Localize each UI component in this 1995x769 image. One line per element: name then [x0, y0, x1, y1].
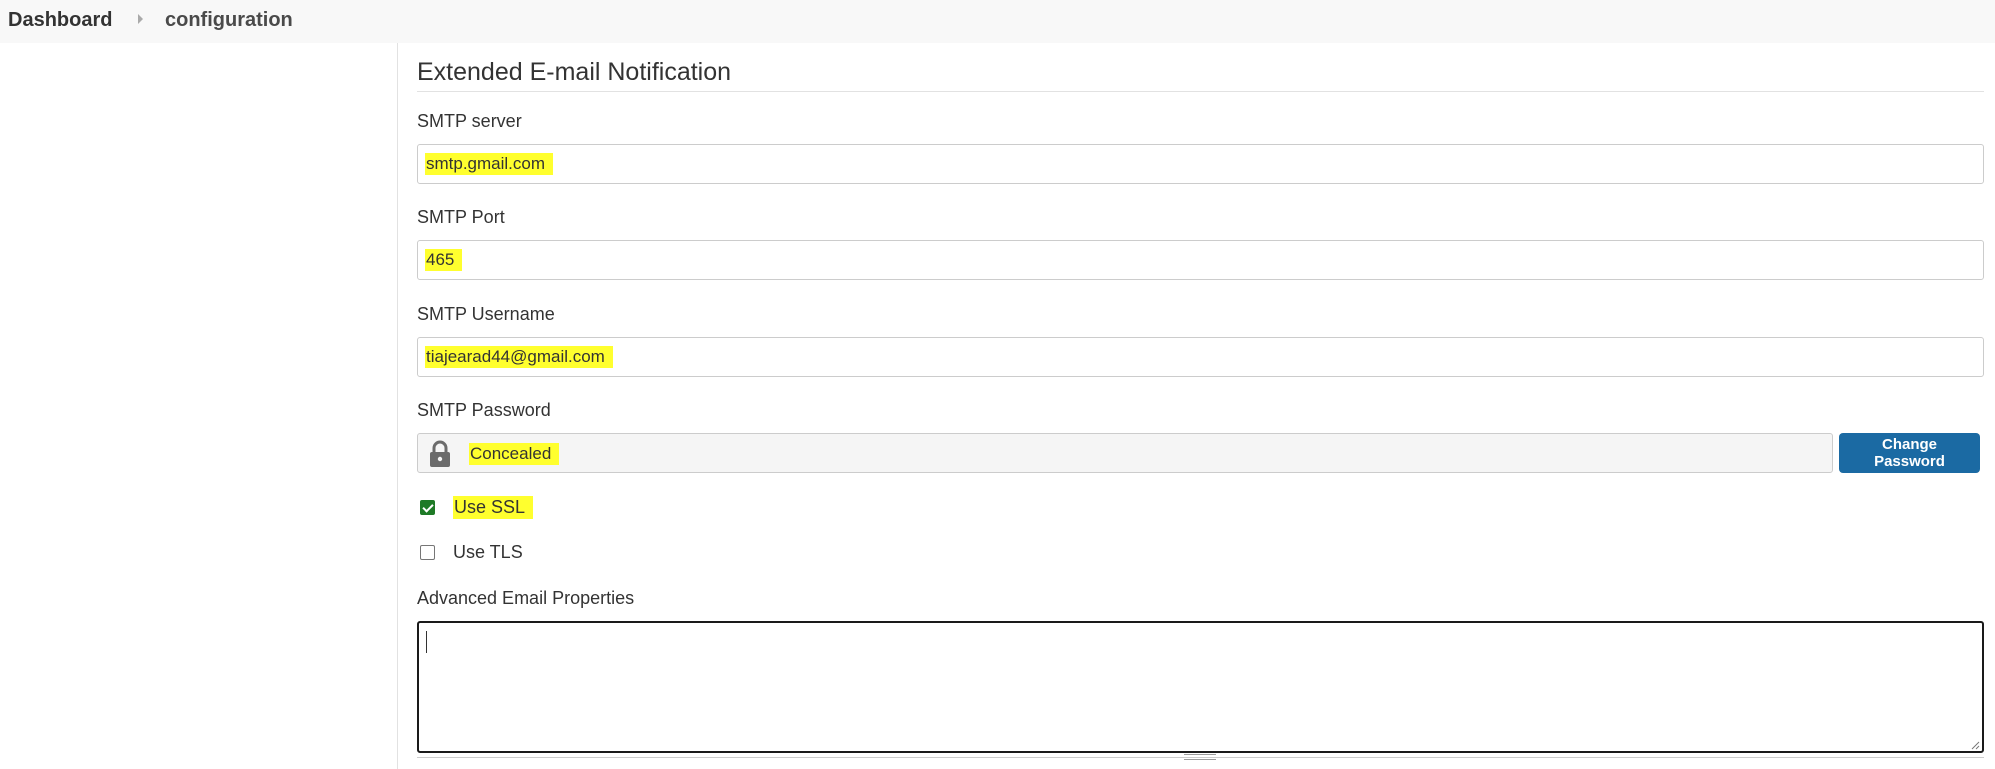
resize-grip-icon[interactable] [1970, 740, 1980, 750]
smtp-port-input[interactable]: 465 [417, 240, 1984, 280]
smtp-server-value: smtp.gmail.com [425, 153, 554, 175]
use-ssl-option[interactable]: Use SSL [420, 496, 534, 519]
section-divider [417, 91, 1984, 92]
smtp-password-field: Concealed [417, 433, 1833, 473]
chevron-right-icon [138, 14, 143, 24]
advanced-properties-textarea[interactable] [417, 621, 1984, 753]
smtp-server-input[interactable]: smtp.gmail.com [417, 144, 1984, 184]
breadcrumb-dashboard-link[interactable]: Dashboard [8, 9, 112, 32]
text-caret [426, 631, 427, 653]
smtp-password-label: SMTP Password [417, 400, 551, 420]
use-ssl-checkbox[interactable] [420, 500, 435, 515]
breadcrumb: Dashboard configuration [0, 0, 1995, 43]
use-tls-option[interactable]: Use TLS [420, 542, 523, 563]
smtp-username-value: tiajearad44@gmail.com [425, 346, 613, 368]
change-password-button[interactable]: Change Password [1839, 433, 1980, 473]
smtp-port-value: 465 [425, 249, 463, 271]
breadcrumb-configuration-link[interactable]: configuration [165, 9, 293, 32]
sidebar-divider [397, 43, 398, 769]
use-tls-label: Use TLS [453, 542, 523, 562]
smtp-username-input[interactable]: tiajearad44@gmail.com [417, 337, 1984, 377]
section-title: Extended E-mail Notification [417, 58, 732, 86]
smtp-password-value: Concealed [469, 443, 560, 465]
advanced-properties-label: Advanced Email Properties [417, 588, 635, 608]
lock-icon [430, 440, 450, 467]
smtp-port-label: SMTP Port [417, 207, 505, 227]
use-ssl-label: Use SSL [453, 496, 534, 519]
use-tls-checkbox[interactable] [420, 545, 435, 560]
drag-handle-icon[interactable] [1184, 754, 1216, 760]
smtp-username-label: SMTP Username [417, 304, 555, 324]
smtp-server-label: SMTP server [417, 111, 522, 131]
